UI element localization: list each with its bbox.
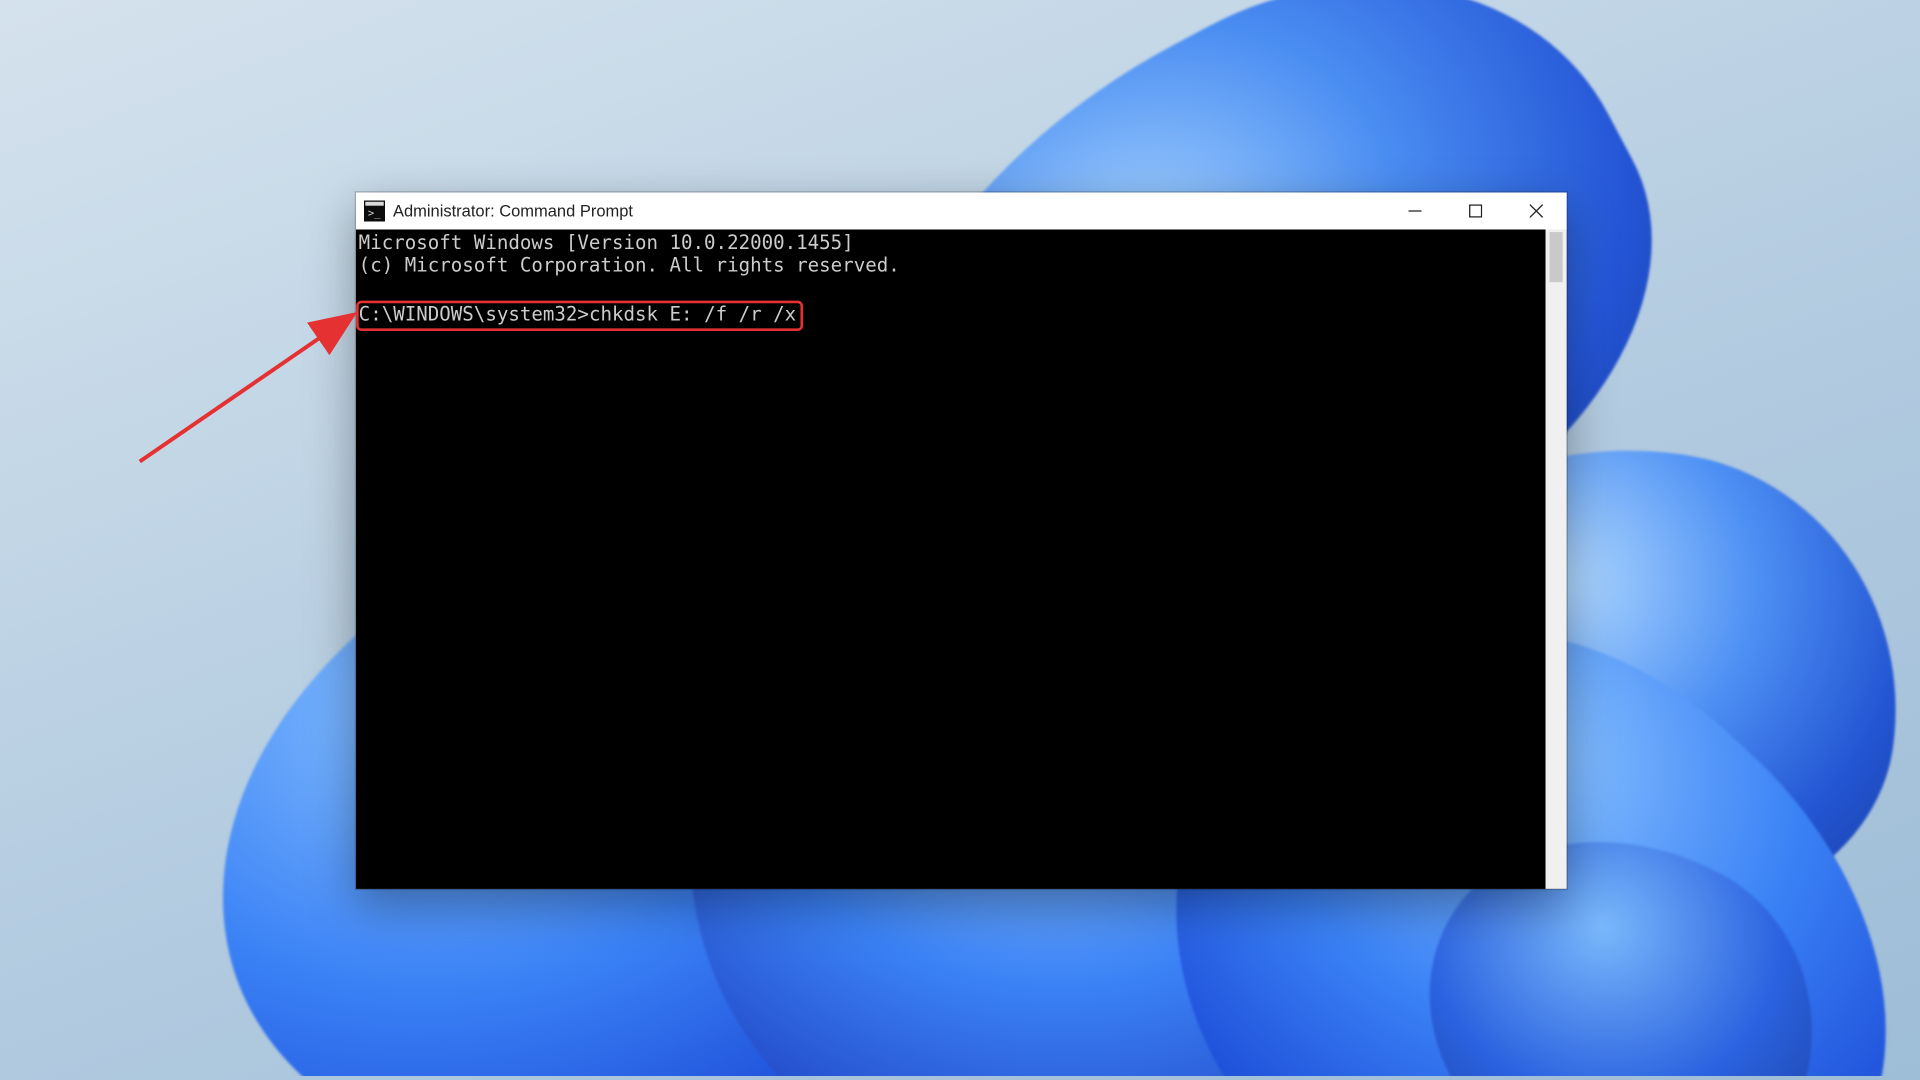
close-button[interactable] — [1506, 193, 1567, 230]
maximize-icon — [1469, 204, 1482, 217]
scrollbar[interactable] — [1546, 229, 1567, 888]
window-title: Administrator: Command Prompt — [393, 202, 633, 220]
command-prompt-window[interactable]: >_ Administrator: Command Prompt — [356, 193, 1567, 889]
titlebar[interactable]: >_ Administrator: Command Prompt — [356, 193, 1567, 230]
terminal-line: (c) Microsoft Corporation. All rights re… — [359, 256, 900, 277]
terminal-output[interactable]: Microsoft Windows [Version 10.0.22000.14… — [356, 229, 1545, 888]
terminal-prompt: C:\WINDOWS\system32> — [359, 305, 589, 326]
maximize-button[interactable] — [1445, 193, 1506, 230]
svg-text:>_: >_ — [368, 207, 381, 219]
scrollbar-thumb[interactable] — [1549, 232, 1562, 282]
minimize-icon — [1408, 204, 1421, 217]
close-icon — [1530, 204, 1543, 217]
terminal-command: chkdsk E: /f /r /x — [589, 305, 796, 326]
minimize-button[interactable] — [1385, 193, 1446, 230]
cmd-icon: >_ — [364, 200, 385, 221]
highlighted-command: C:\WINDOWS\system32>chkdsk E: /f /r /x — [356, 301, 803, 331]
terminal-line: Microsoft Windows [Version 10.0.22000.14… — [359, 233, 854, 254]
